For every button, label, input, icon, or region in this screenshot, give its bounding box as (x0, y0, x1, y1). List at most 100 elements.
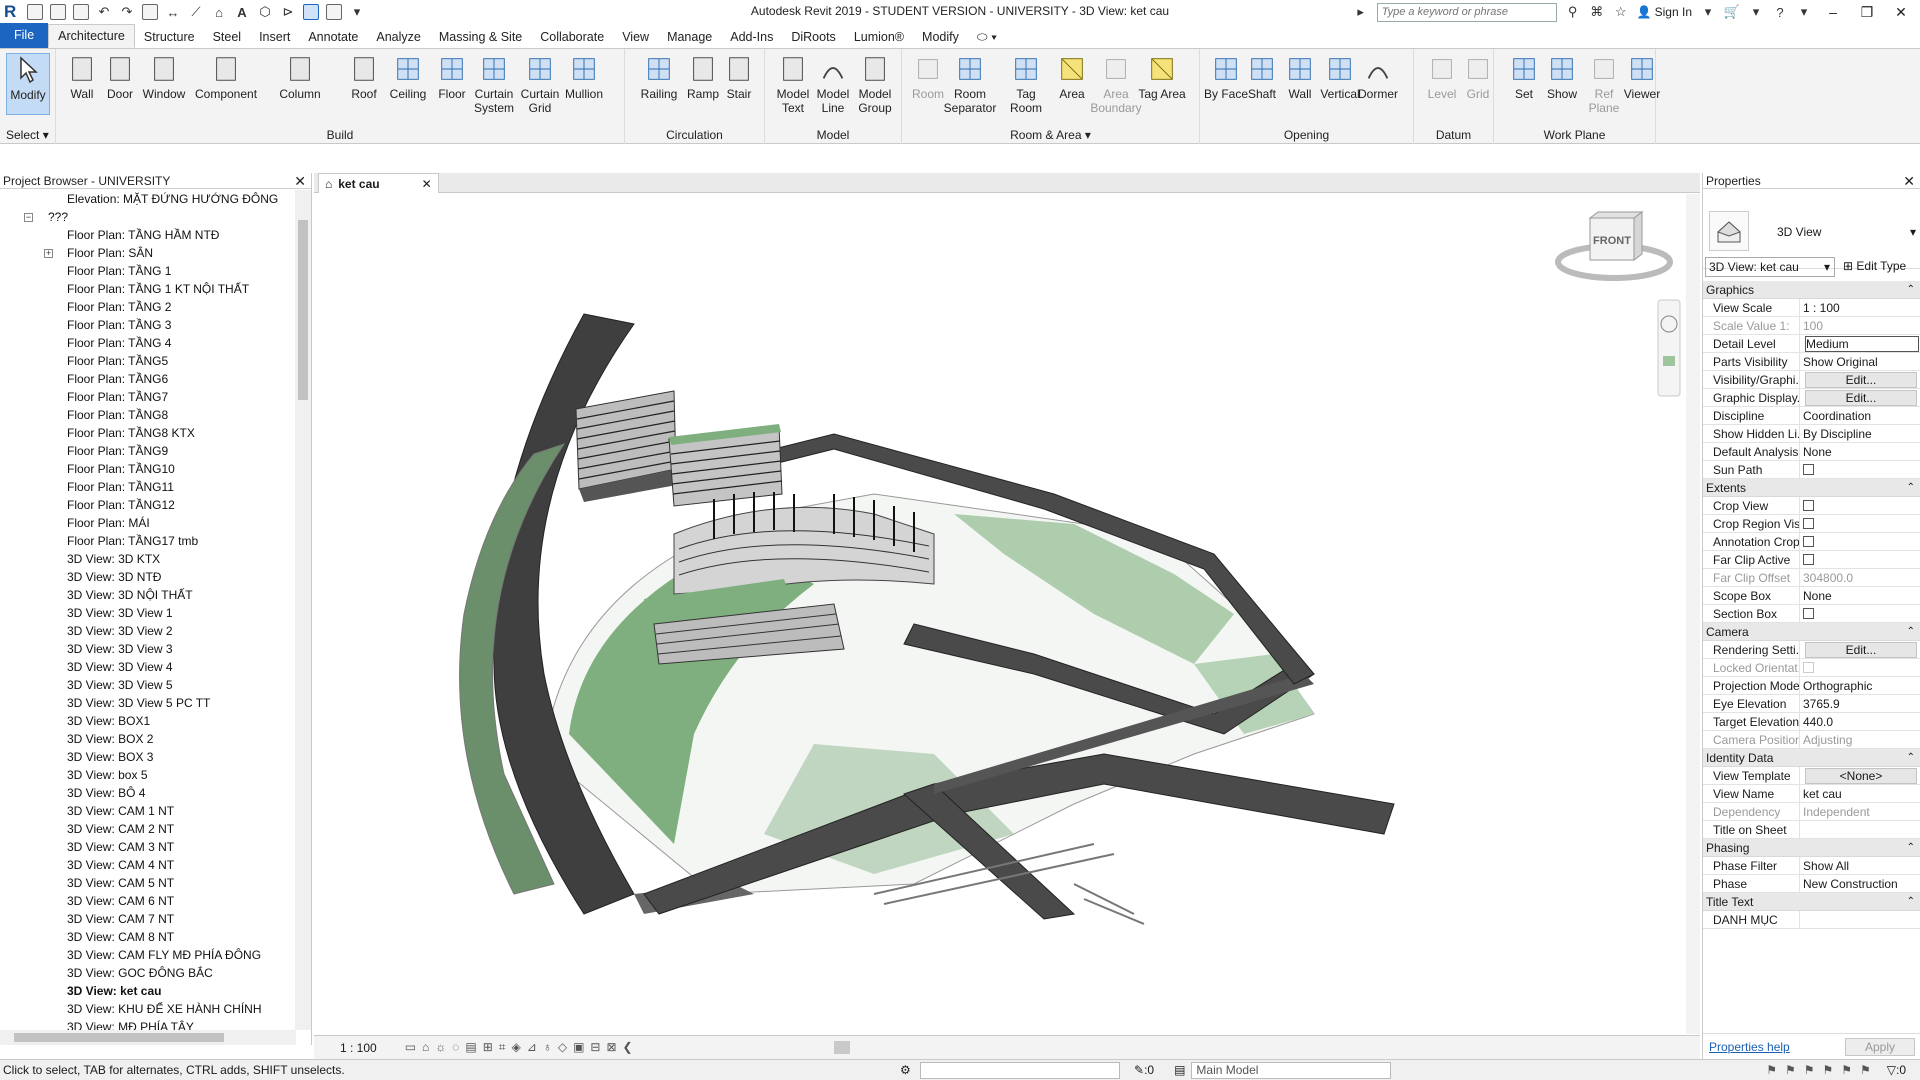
view-control-icons[interactable]: ▭⌂☼◌▤⊞⌗◈⊿♁◇▣⊟⊠❮ (405, 1040, 639, 1055)
sign-in-dropdown-icon[interactable]: ▾ (1700, 4, 1716, 20)
tree-group[interactable]: −??? (0, 208, 296, 226)
3d-view-icon[interactable]: ⬡ (257, 4, 273, 20)
tree-item[interactable]: Floor Plan: TẦNG10 (0, 460, 296, 478)
tree-item[interactable]: 3D View: 3D View 5 PC TT (0, 694, 296, 712)
property-value[interactable]: Coordination (1803, 409, 1871, 423)
tree-item[interactable]: 3D View: 3D View 4 (0, 658, 296, 676)
property-group[interactable]: Phasing ⌃ (1703, 839, 1920, 857)
type-dropdown-icon[interactable]: ▾ (1910, 225, 1916, 239)
property-value[interactable]: ket cau (1803, 787, 1842, 801)
tree-item[interactable]: 3D View: CAM 7 NT (0, 910, 296, 928)
column-button[interactable]: Column (274, 53, 326, 101)
tab-modify[interactable]: Modify (913, 26, 968, 48)
tag-icon[interactable]: ⌂ (211, 4, 227, 20)
keyword-search-input[interactable] (1376, 2, 1557, 22)
collapse-group-icon[interactable]: ⌃ (1907, 281, 1915, 299)
select-dropdown[interactable]: Select ▾ (6, 128, 49, 142)
tab-annotate[interactable]: Annotate (299, 26, 367, 48)
3d-canvas[interactable]: FRONT (314, 194, 1684, 1034)
tab-analyze[interactable]: Analyze (367, 26, 429, 48)
property-value[interactable]: 440.0 (1803, 715, 1833, 729)
tree-item[interactable]: Floor Plan: TẦNG 2 (0, 298, 296, 316)
component-button[interactable]: Component (195, 53, 257, 101)
property-group[interactable]: Graphics ⌃ (1703, 281, 1920, 299)
tree-item[interactable]: 3D View: 3D View 3 (0, 640, 296, 658)
tree-item[interactable]: Floor Plan: TẦNG6 (0, 370, 296, 388)
tab-manage[interactable]: Manage (658, 26, 721, 48)
curtain-system-button[interactable]: Curtain System (468, 53, 520, 115)
collapse-icon[interactable]: − (24, 213, 33, 222)
collapse-group-icon[interactable]: ⌃ (1907, 839, 1915, 857)
room-area-panel-title[interactable]: Room & Area ▾ (902, 128, 1199, 142)
browser-horizontal-scrollbar[interactable] (0, 1030, 296, 1045)
tree-item[interactable]: 3D View: CAM 4 NT (0, 856, 296, 874)
tab-collaborate[interactable]: Collaborate (531, 26, 613, 48)
contextual-tab-dropdown[interactable]: ⬭ ▾ (968, 26, 1006, 48)
exchange-dropdown-icon[interactable]: ▾ (1748, 4, 1764, 20)
tag-room-button[interactable]: Tag Room (1000, 53, 1052, 115)
tree-item[interactable]: 3D View: CAM FLY MĐ PHÍA ĐÔNG (0, 946, 296, 964)
properties-help-link[interactable]: Properties help (1709, 1040, 1790, 1054)
tree-item[interactable]: Floor Plan: TẦNG11 (0, 478, 296, 496)
collapse-group-icon[interactable]: ⌃ (1907, 893, 1915, 911)
tag-area-button[interactable]: Tag Area (1136, 53, 1188, 101)
scroll-thumb[interactable] (14, 1033, 224, 1042)
tree-item[interactable]: 3D View: BÔ 4 (0, 784, 296, 802)
property-checkbox[interactable] (1803, 500, 1814, 511)
property-edit-button[interactable]: <None> (1805, 768, 1917, 784)
tree-item[interactable]: Floor Plan: TẦNG7 (0, 388, 296, 406)
binoculars-icon[interactable]: ⚲ (1565, 4, 1581, 20)
save-icon[interactable] (50, 4, 66, 20)
model-group-button[interactable]: Model Group (849, 53, 901, 115)
property-value[interactable]: None (1803, 445, 1832, 459)
tab-steel[interactable]: Steel (204, 26, 251, 48)
print-icon[interactable] (142, 4, 158, 20)
tree-item[interactable]: Floor Plan: TẦNG 1 (0, 262, 296, 280)
tab-file[interactable]: File (0, 23, 49, 48)
property-checkbox[interactable] (1803, 536, 1814, 547)
tree-item[interactable]: Floor Plan: SÂN + (0, 244, 296, 262)
mullion-button[interactable]: Mullion (558, 53, 610, 101)
navigation-bar[interactable] (1657, 299, 1681, 397)
property-group[interactable]: Extents ⌃ (1703, 479, 1920, 497)
property-checkbox[interactable] (1803, 518, 1814, 529)
tree-item[interactable]: 3D View: CAM 1 NT (0, 802, 296, 820)
selection-filters-icons[interactable]: ⚑⚑⚑⚑⚑⚑ (1766, 1063, 1879, 1077)
area-boundary-button[interactable]: Area Boundary (1090, 53, 1142, 115)
tree-item[interactable]: Floor Plan: TẦNG HẦM NTĐ (0, 226, 296, 244)
tree-item[interactable]: Floor Plan: TẦNG5 (0, 352, 296, 370)
tree-item[interactable]: 3D View: 3D KTX (0, 550, 296, 568)
view-tab[interactable]: ⌂ ket cau ✕ (318, 173, 439, 193)
property-group[interactable]: Title Text ⌃ (1703, 893, 1920, 911)
property-value[interactable]: 1 : 100 (1803, 301, 1840, 315)
property-value[interactable]: None (1803, 589, 1832, 603)
view-vertical-scrollbar[interactable] (1686, 194, 1700, 1034)
worksets-icon[interactable]: ⚙ (900, 1063, 914, 1077)
tree-item[interactable]: 3D View: KHU ĐỂ XE HÀNH CHÍNH (0, 1000, 296, 1018)
tab-add-ins[interactable]: Add-Ins (721, 26, 782, 48)
room-separator-button[interactable]: Room Separator (944, 53, 996, 115)
property-value[interactable]: 3765.9 (1803, 697, 1840, 711)
collapse-group-icon[interactable]: ⌃ (1907, 749, 1915, 767)
tree-item[interactable]: Floor Plan: TẦNG 1 KT NỘI THẤT (0, 280, 296, 298)
property-edit-button[interactable]: Edit... (1805, 372, 1917, 388)
tree-item[interactable]: 3D View: MĐ PHÍA TÂY (0, 1018, 296, 1030)
tree-item[interactable]: 3D View: box 5 (0, 766, 296, 784)
tree-item[interactable]: Floor Plan: TẦNG 4 (0, 334, 296, 352)
design-options-icon[interactable]: ▤ (1174, 1063, 1185, 1077)
tree-item[interactable]: Floor Plan: TẦNG 3 (0, 316, 296, 334)
tab-lumion[interactable]: Lumion® (845, 26, 913, 48)
help-icon[interactable]: ? (1772, 4, 1788, 20)
star-icon[interactable]: ☆ (1613, 4, 1629, 20)
property-group[interactable]: Identity Data ⌃ (1703, 749, 1920, 767)
apply-button[interactable]: Apply (1845, 1037, 1915, 1056)
tab-diroots[interactable]: DiRoots (782, 26, 844, 48)
tree-item[interactable]: 3D View: 3D View 5 (0, 676, 296, 694)
tree-item[interactable]: 3D View: GOC ĐÔNG BẮC (0, 964, 296, 982)
tree-item[interactable]: Floor Plan: TẦNG12 (0, 496, 296, 514)
close-window-button[interactable]: ✕ (1888, 2, 1914, 22)
property-value[interactable]: Show All (1803, 859, 1849, 873)
tree-item[interactable]: Floor Plan: TẦNG8 KTX (0, 424, 296, 442)
tree-item[interactable]: 3D View: 3D View 1 (0, 604, 296, 622)
measure-icon[interactable]: ↔ (165, 4, 181, 20)
